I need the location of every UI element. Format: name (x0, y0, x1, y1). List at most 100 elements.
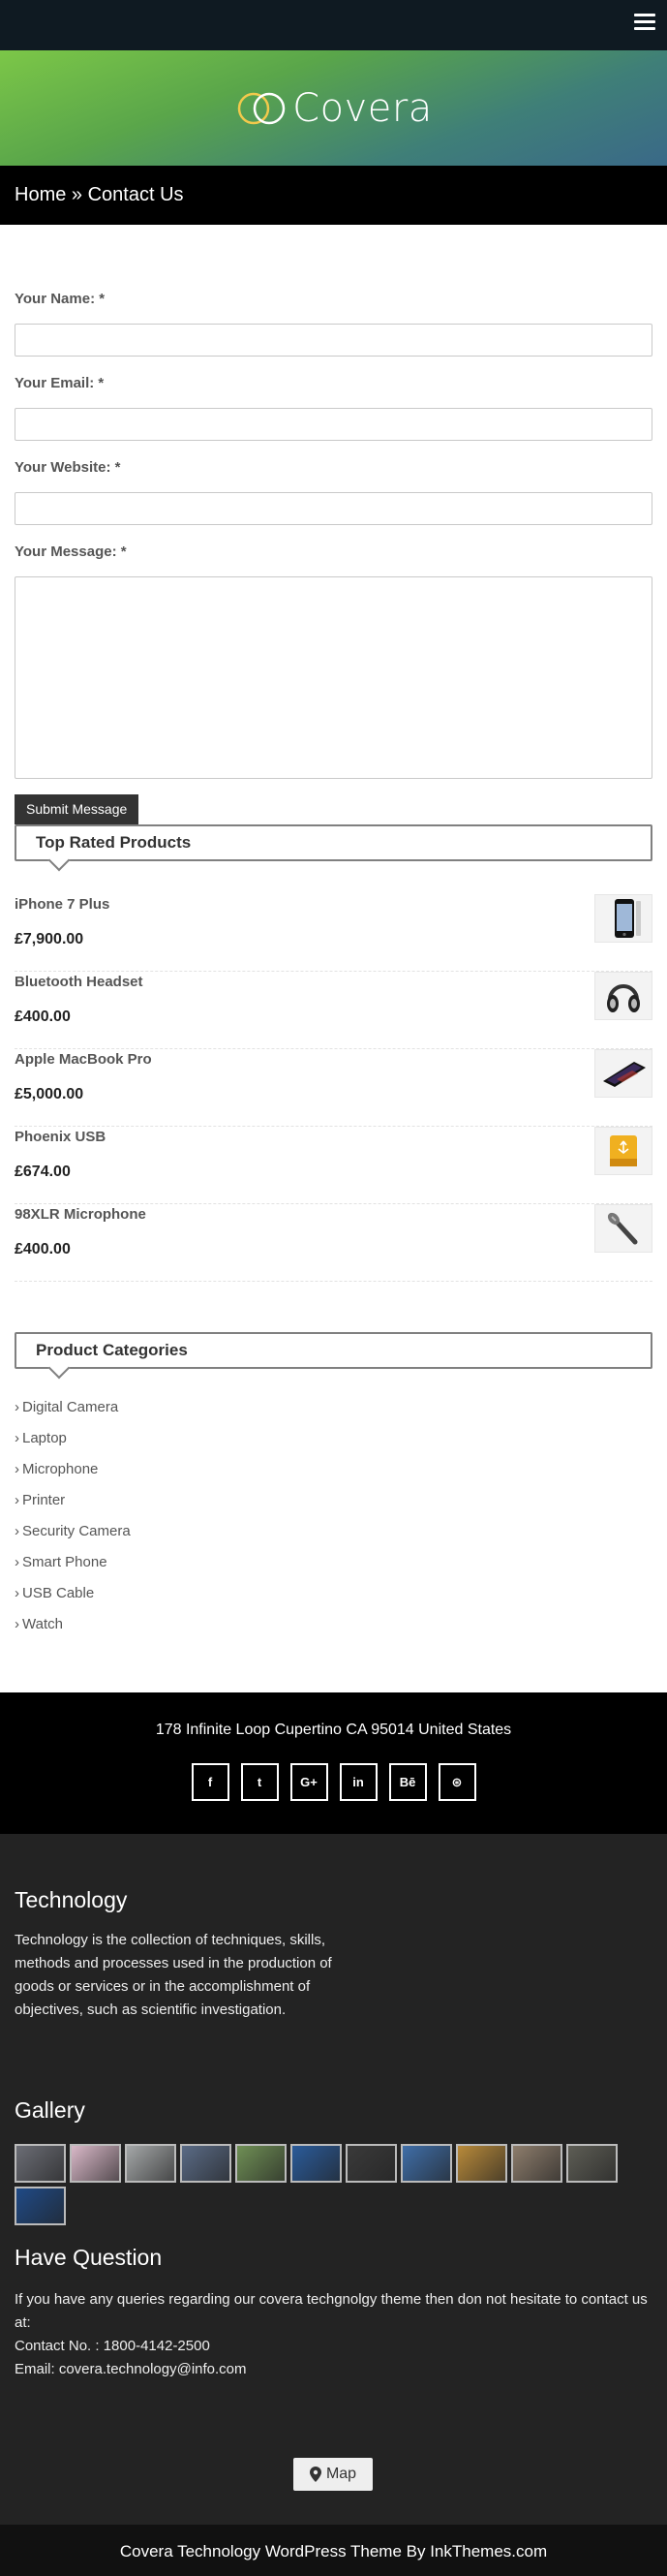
linkedin-icon[interactable]: in (339, 1763, 378, 1801)
covera-rings-icon (237, 92, 286, 124)
chevron-right-icon: › (15, 1492, 19, 1508)
technology-title: Technology (15, 1887, 128, 1912)
facebook-icon[interactable]: f (191, 1763, 229, 1801)
chevron-right-icon: › (15, 1399, 19, 1415)
product-categories-list: › Digital Camera › Laptop › Microphone › Pri… (0, 1398, 667, 1646)
product-item[interactable]: Phoenix USB £674.00 (15, 1127, 652, 1204)
product-price: £400.00 (15, 1241, 71, 1257)
headphones-icon[interactable] (594, 972, 652, 1020)
product-name[interactable]: Phoenix USB (15, 1129, 106, 1145)
name-label: Your Name: * (15, 291, 106, 307)
chevron-right-icon: › (15, 1616, 19, 1632)
message-label: Your Message: * (15, 543, 127, 560)
map-marker-icon (309, 2467, 321, 2482)
submit-message-button[interactable]: Submit Message (15, 794, 139, 824)
category-item[interactable]: › Security Camera (15, 1522, 652, 1553)
category-item[interactable]: › Microphone (15, 1460, 652, 1491)
have-question-text: If you have any queries regarding our co… (15, 2288, 652, 2381)
map-button-label: Map (325, 2466, 357, 2482)
category-label[interactable]: Microphone (22, 1461, 98, 1477)
website-label: Your Website: * (15, 459, 121, 476)
footer-address: 178 Infinite Loop Cupertino CA 95014 Uni… (155, 1722, 512, 1738)
category-item[interactable]: › Smart Phone (15, 1553, 652, 1584)
name-input[interactable] (15, 324, 652, 357)
product-price: £674.00 (15, 1164, 71, 1180)
product-name[interactable]: Bluetooth Headset (15, 974, 143, 990)
website-input[interactable] (15, 492, 652, 525)
gallery-image[interactable] (511, 2144, 562, 2183)
gallery-image[interactable] (235, 2144, 287, 2183)
top-rated-products-list: iPhone 7 Plus £7,900.00 Bluetooth Headse… (0, 894, 667, 1282)
email-label: Your Email: * (15, 375, 105, 391)
category-label[interactable]: Laptop (22, 1430, 67, 1446)
tablet-icon[interactable] (594, 1049, 652, 1098)
technology-text: Technology is the collection of techniqu… (15, 1932, 332, 2018)
category-label[interactable]: Smart Phone (22, 1554, 107, 1570)
site-name: Covera (292, 85, 433, 131)
gallery-image[interactable] (70, 2144, 121, 2183)
product-item[interactable]: iPhone 7 Plus £7,900.00 (15, 894, 652, 972)
footer-widgets: Technology Technology is the collection … (0, 1834, 667, 2525)
breadcrumb: Home » Contact Us (0, 166, 667, 225)
gallery-image[interactable] (456, 2144, 507, 2183)
chevron-right-icon: › (15, 1461, 19, 1477)
email-input[interactable] (15, 408, 652, 441)
category-label[interactable]: Digital Camera (22, 1399, 118, 1415)
header-banner: Covera (0, 50, 667, 166)
chevron-right-icon: › (15, 1523, 19, 1539)
category-label[interactable]: Watch (22, 1616, 63, 1632)
usb-drive-icon[interactable] (594, 1127, 652, 1175)
gallery-grid (15, 2144, 653, 2225)
gallery-image[interactable] (401, 2144, 452, 2183)
gallery-image[interactable] (15, 2144, 66, 2183)
category-item[interactable]: › Digital Camera (15, 1398, 652, 1429)
behance-icon[interactable]: Bē (388, 1763, 427, 1801)
chevron-right-icon: › (15, 1430, 19, 1446)
product-price: £7,900.00 (15, 931, 84, 947)
product-price: £5,000.00 (15, 1086, 84, 1102)
product-name[interactable]: 98XLR Microphone (15, 1206, 146, 1223)
phone-icon[interactable] (594, 894, 652, 943)
gallery-title: Gallery (15, 2097, 85, 2123)
question-text: If you have any queries regarding our co… (15, 2291, 648, 2331)
product-item[interactable]: 98XLR Microphone £400.00 (15, 1204, 652, 1282)
category-item[interactable]: › USB Cable (15, 1584, 652, 1615)
product-item[interactable]: Apple MacBook Pro £5,000.00 (15, 1049, 652, 1127)
dribbble-icon[interactable]: ⊛ (438, 1763, 476, 1801)
hamburger-menu-icon[interactable] (634, 14, 655, 31)
category-item[interactable]: › Watch (15, 1615, 652, 1646)
category-item[interactable]: › Printer (15, 1491, 652, 1522)
copyright-bar: Covera Technology WordPress Theme By Ink… (0, 2525, 667, 2576)
chevron-right-icon: › (15, 1585, 19, 1601)
gallery-image[interactable] (15, 2187, 66, 2225)
top-bar (0, 0, 667, 50)
contact-form: Your Name: * Your Email: * Your Website:… (0, 291, 667, 824)
category-label[interactable]: Printer (22, 1492, 65, 1508)
gallery-image[interactable] (125, 2144, 176, 2183)
category-label[interactable]: USB Cable (22, 1585, 94, 1601)
social-links: f t G+ in Bē ⊛ (0, 1763, 667, 1801)
site-logo[interactable]: Covera (234, 86, 433, 131)
product-name[interactable]: iPhone 7 Plus (15, 896, 109, 913)
top-rated-products-title: Top Rated Products (15, 824, 652, 861)
microphone-icon[interactable] (594, 1204, 652, 1253)
footer-address-bar: 178 Infinite Loop Cupertino CA 95014 Uni… (0, 1692, 667, 1834)
gallery-image[interactable] (180, 2144, 231, 2183)
gallery-image[interactable] (290, 2144, 342, 2183)
product-price: £400.00 (15, 1009, 71, 1025)
product-item[interactable]: Bluetooth Headset £400.00 (15, 972, 652, 1049)
chevron-right-icon: › (15, 1554, 19, 1570)
contact-email: Email: covera.technology@info.com (15, 2361, 247, 2377)
gallery-image[interactable] (566, 2144, 618, 2183)
message-textarea[interactable] (15, 576, 652, 779)
twitter-icon[interactable]: t (240, 1763, 279, 1801)
category-label[interactable]: Security Camera (22, 1523, 131, 1539)
product-name[interactable]: Apple MacBook Pro (15, 1051, 152, 1068)
category-item[interactable]: › Laptop (15, 1429, 652, 1460)
gallery-image[interactable] (346, 2144, 397, 2183)
have-question-title: Have Question (15, 2245, 163, 2270)
contact-number: Contact No. : 1800-4142-2500 (15, 2338, 210, 2354)
map-button[interactable]: Map (293, 2458, 373, 2491)
google-plus-icon[interactable]: G+ (289, 1763, 328, 1801)
product-categories-title: Product Categories (15, 1332, 652, 1369)
